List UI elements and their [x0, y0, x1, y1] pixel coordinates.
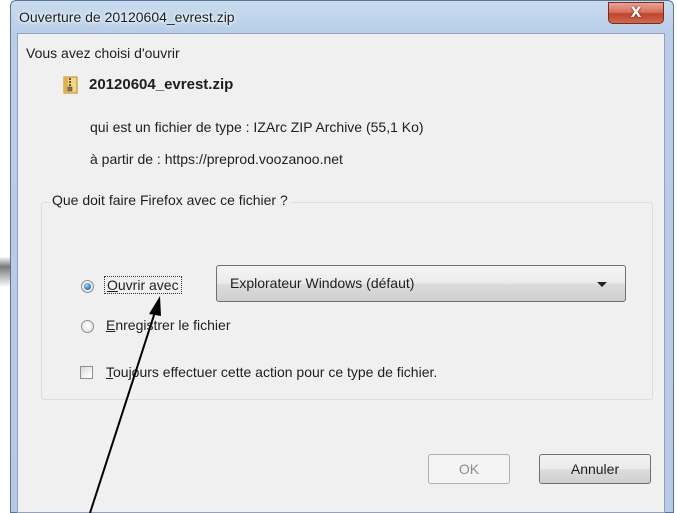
save-file-label[interactable]: Enregistrer le fichier	[106, 317, 231, 333]
open-with-dropdown[interactable]: Explorateur Windows (défaut)	[216, 265, 626, 302]
chevron-down-icon	[597, 282, 607, 287]
close-button[interactable]: X	[608, 2, 664, 24]
cancel-button[interactable]: Annuler	[539, 454, 651, 484]
screenshot: Ouverture de 20120604_evrest.zip X Vous …	[0, 0, 677, 513]
open-with-label[interactable]: Ouvrir avec	[104, 276, 182, 294]
accesskey-e: E	[106, 317, 116, 333]
always-do-this-label-text: oujours effectuer cette action pour ce t…	[113, 364, 438, 380]
open-with-radio[interactable]	[81, 280, 94, 293]
window-title: Ouverture de 20120604_evrest.zip	[19, 9, 235, 25]
intro-text: Vous avez choisi d'ouvrir	[26, 45, 180, 61]
group-legend: Que doit faire Firefox avec ce fichier ?	[49, 192, 291, 208]
accesskey-t: T	[106, 364, 113, 380]
save-file-radio[interactable]	[81, 320, 94, 333]
file-name: 20120604_evrest.zip	[89, 76, 234, 93]
accesskey-o: O	[107, 277, 118, 293]
open-with-selected: Explorateur Windows (défaut)	[230, 275, 415, 291]
file-type-line: qui est un fichier de type : IZArc ZIP A…	[90, 119, 424, 135]
title-bar[interactable]: Ouverture de 20120604_evrest.zip X	[11, 1, 673, 35]
file-source-line: à partir de : https://preprod.voozanoo.n…	[90, 151, 343, 167]
open-with-label-text: uvrir avec	[117, 277, 179, 293]
ok-button[interactable]: OK	[428, 454, 510, 484]
close-icon: X	[630, 5, 642, 21]
zip-archive-icon	[63, 76, 78, 94]
always-do-this-checkbox[interactable]	[80, 366, 93, 379]
always-do-this-label[interactable]: Toujours effectuer cette action pour ce …	[106, 364, 437, 380]
background-app	[0, 0, 10, 513]
save-file-label-text: nregistrer le fichier	[115, 317, 231, 333]
